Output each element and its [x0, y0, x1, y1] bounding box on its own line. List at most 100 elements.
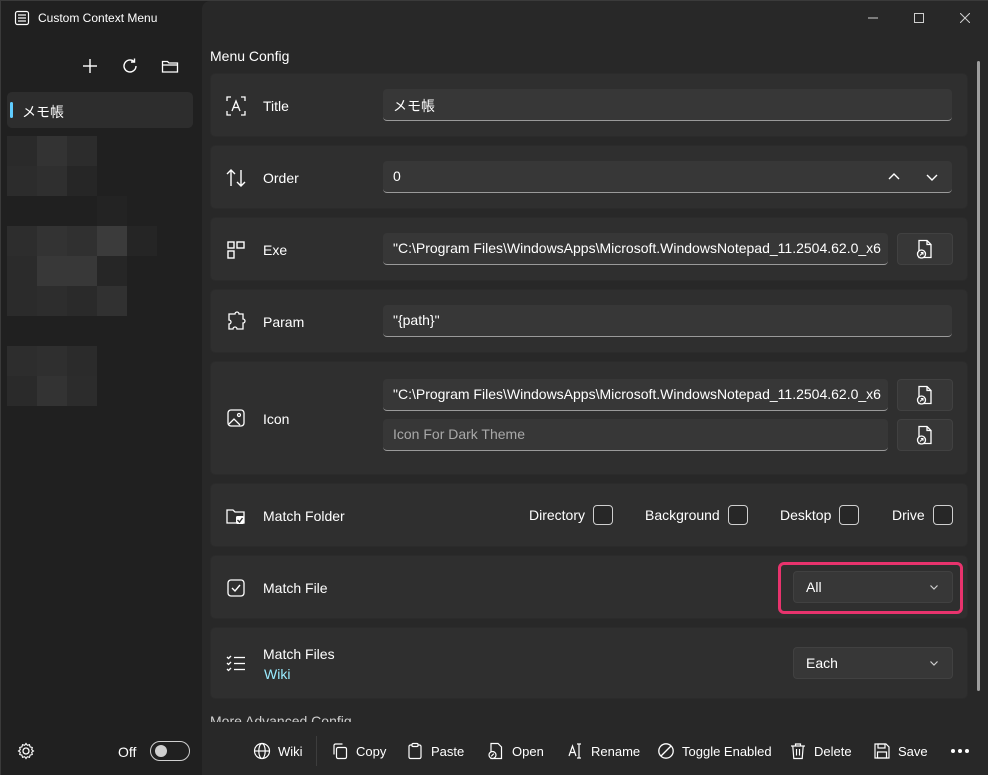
- desktop-option[interactable]: Desktop: [780, 505, 860, 525]
- section-title: Menu Config: [210, 48, 290, 64]
- command-bar: Wiki Copy Paste Open Rename Toggle Enabl…: [202, 728, 988, 775]
- copy-icon: [331, 742, 349, 760]
- open-file-icon: [916, 239, 934, 259]
- advanced-config-heading: More Advanced Config: [210, 714, 352, 722]
- refresh-icon[interactable]: [119, 55, 141, 77]
- rename-button-label: Rename: [591, 743, 641, 759]
- folder-icon[interactable]: [159, 55, 181, 77]
- wiki-button-label: Wiki: [278, 743, 303, 759]
- order-value: 0: [393, 168, 401, 184]
- open-button-label: Open: [512, 743, 544, 759]
- match-files-label: Match Files: [263, 646, 335, 662]
- title-input[interactable]: メモ帳: [383, 89, 952, 121]
- window-title: Custom Context Menu: [38, 11, 158, 25]
- drive-option[interactable]: Drive: [892, 505, 953, 525]
- text-box-icon: [225, 95, 247, 117]
- browse-icon-button[interactable]: [897, 379, 953, 411]
- match-folder-card: Match Folder Directory Background Deskto…: [210, 483, 968, 547]
- param-card: Param "{path}": [210, 289, 968, 353]
- open-file-icon: [487, 742, 505, 760]
- add-icon[interactable]: [79, 55, 101, 77]
- checkbox-checked-icon: [225, 577, 247, 599]
- match-files-card: Match Files Wiki Each: [210, 627, 968, 699]
- directory-option[interactable]: Directory: [529, 505, 614, 525]
- settings-gear-icon[interactable]: [16, 741, 36, 761]
- app-window: Custom Context Menu メモ帳 Off Menu Config …: [0, 0, 988, 775]
- drive-label: Drive: [892, 507, 925, 523]
- wiki-button[interactable]: Wiki: [253, 742, 303, 760]
- separator: [316, 736, 317, 766]
- background-label: Background: [645, 507, 720, 523]
- wiki-link[interactable]: Wiki: [264, 666, 290, 682]
- title-card: Title メモ帳: [210, 73, 968, 137]
- background-checkbox[interactable]: [727, 505, 748, 525]
- paste-button-label: Paste: [431, 743, 465, 759]
- save-floppy-icon: [873, 742, 891, 760]
- icon-card: Icon "C:\Program Files\WindowsApps\Micro…: [210, 361, 968, 475]
- match-folder-label: Match Folder: [263, 508, 345, 524]
- param-input[interactable]: "{path}": [383, 305, 952, 337]
- app-window-icon: [225, 239, 247, 261]
- open-button[interactable]: Open: [487, 742, 544, 760]
- delete-button-label: Delete: [814, 743, 852, 759]
- block-icon: [657, 742, 675, 760]
- highlight-box: [778, 562, 963, 614]
- maximize-button[interactable]: [896, 7, 942, 29]
- chevron-down-icon: [928, 657, 940, 669]
- toggle-state-label: Off: [118, 744, 137, 760]
- order-label: Order: [263, 170, 299, 186]
- image-icon: [225, 407, 247, 429]
- dark-icon-input[interactable]: Icon For Dark Theme: [383, 419, 888, 451]
- decrement-chevron-down-icon[interactable]: [925, 170, 939, 184]
- delete-button[interactable]: Delete: [789, 742, 852, 760]
- selection-indicator: [10, 102, 13, 118]
- folder-check-icon: [225, 505, 247, 527]
- exe-label: Exe: [263, 242, 288, 258]
- match-files-dropdown[interactable]: Each: [793, 647, 953, 679]
- sidebar: Custom Context Menu メモ帳 Off: [1, 1, 202, 775]
- toggle-knob: [155, 745, 167, 757]
- save-button[interactable]: Save: [873, 742, 928, 760]
- directory-checkbox[interactable]: [593, 505, 614, 525]
- increment-chevron-up-icon[interactable]: [887, 170, 901, 184]
- copy-button[interactable]: Copy: [331, 742, 386, 760]
- match-file-label: Match File: [263, 580, 328, 596]
- paste-button[interactable]: Paste: [406, 742, 464, 760]
- icon-label: Icon: [263, 411, 290, 427]
- browse-dark-icon-button[interactable]: [897, 419, 953, 451]
- open-file-icon: [916, 385, 934, 405]
- open-file-icon: [916, 425, 934, 445]
- sidebar-item-notepad[interactable]: メモ帳: [7, 92, 193, 128]
- app-list-icon: [14, 10, 30, 26]
- background-option[interactable]: Background: [645, 505, 748, 525]
- order-number-input[interactable]: 0: [383, 161, 952, 193]
- directory-label: Directory: [529, 507, 586, 523]
- browse-exe-button[interactable]: [897, 233, 953, 265]
- drive-checkbox[interactable]: [932, 505, 953, 525]
- match-files-selected: Each: [806, 655, 838, 671]
- checklist-icon: [225, 652, 247, 674]
- globe-icon: [253, 742, 271, 760]
- rename-button[interactable]: Rename: [566, 742, 640, 760]
- exe-path-input[interactable]: "C:\Program Files\WindowsApps\Microsoft.…: [383, 233, 888, 265]
- save-button-label: Save: [898, 743, 928, 759]
- close-button[interactable]: [942, 7, 988, 29]
- trash-icon: [789, 742, 807, 760]
- main-panel: Menu Config Title メモ帳 Order 0 Exe "C:\Pr…: [202, 1, 988, 775]
- enabled-toggle[interactable]: [150, 741, 190, 761]
- copy-button-label: Copy: [356, 743, 387, 759]
- order-card: Order 0: [210, 145, 968, 209]
- desktop-label: Desktop: [780, 507, 832, 523]
- toggle-enabled-button[interactable]: Toggle Enabled: [657, 742, 772, 760]
- sidebar-item-label: メモ帳: [22, 104, 64, 120]
- minimize-button[interactable]: [850, 7, 896, 29]
- vertical-scrollbar[interactable]: [977, 61, 980, 691]
- toggle-enabled-button-label: Toggle Enabled: [682, 743, 772, 759]
- puzzle-icon: [225, 311, 247, 333]
- icon-path-input[interactable]: "C:\Program Files\WindowsApps\Microsoft.…: [383, 379, 888, 411]
- more-options-icon[interactable]: [951, 749, 969, 753]
- sort-arrows-icon: [225, 167, 247, 189]
- desktop-checkbox[interactable]: [839, 505, 860, 525]
- param-label: Param: [263, 314, 305, 330]
- exe-card: Exe "C:\Program Files\WindowsApps\Micros…: [210, 217, 968, 281]
